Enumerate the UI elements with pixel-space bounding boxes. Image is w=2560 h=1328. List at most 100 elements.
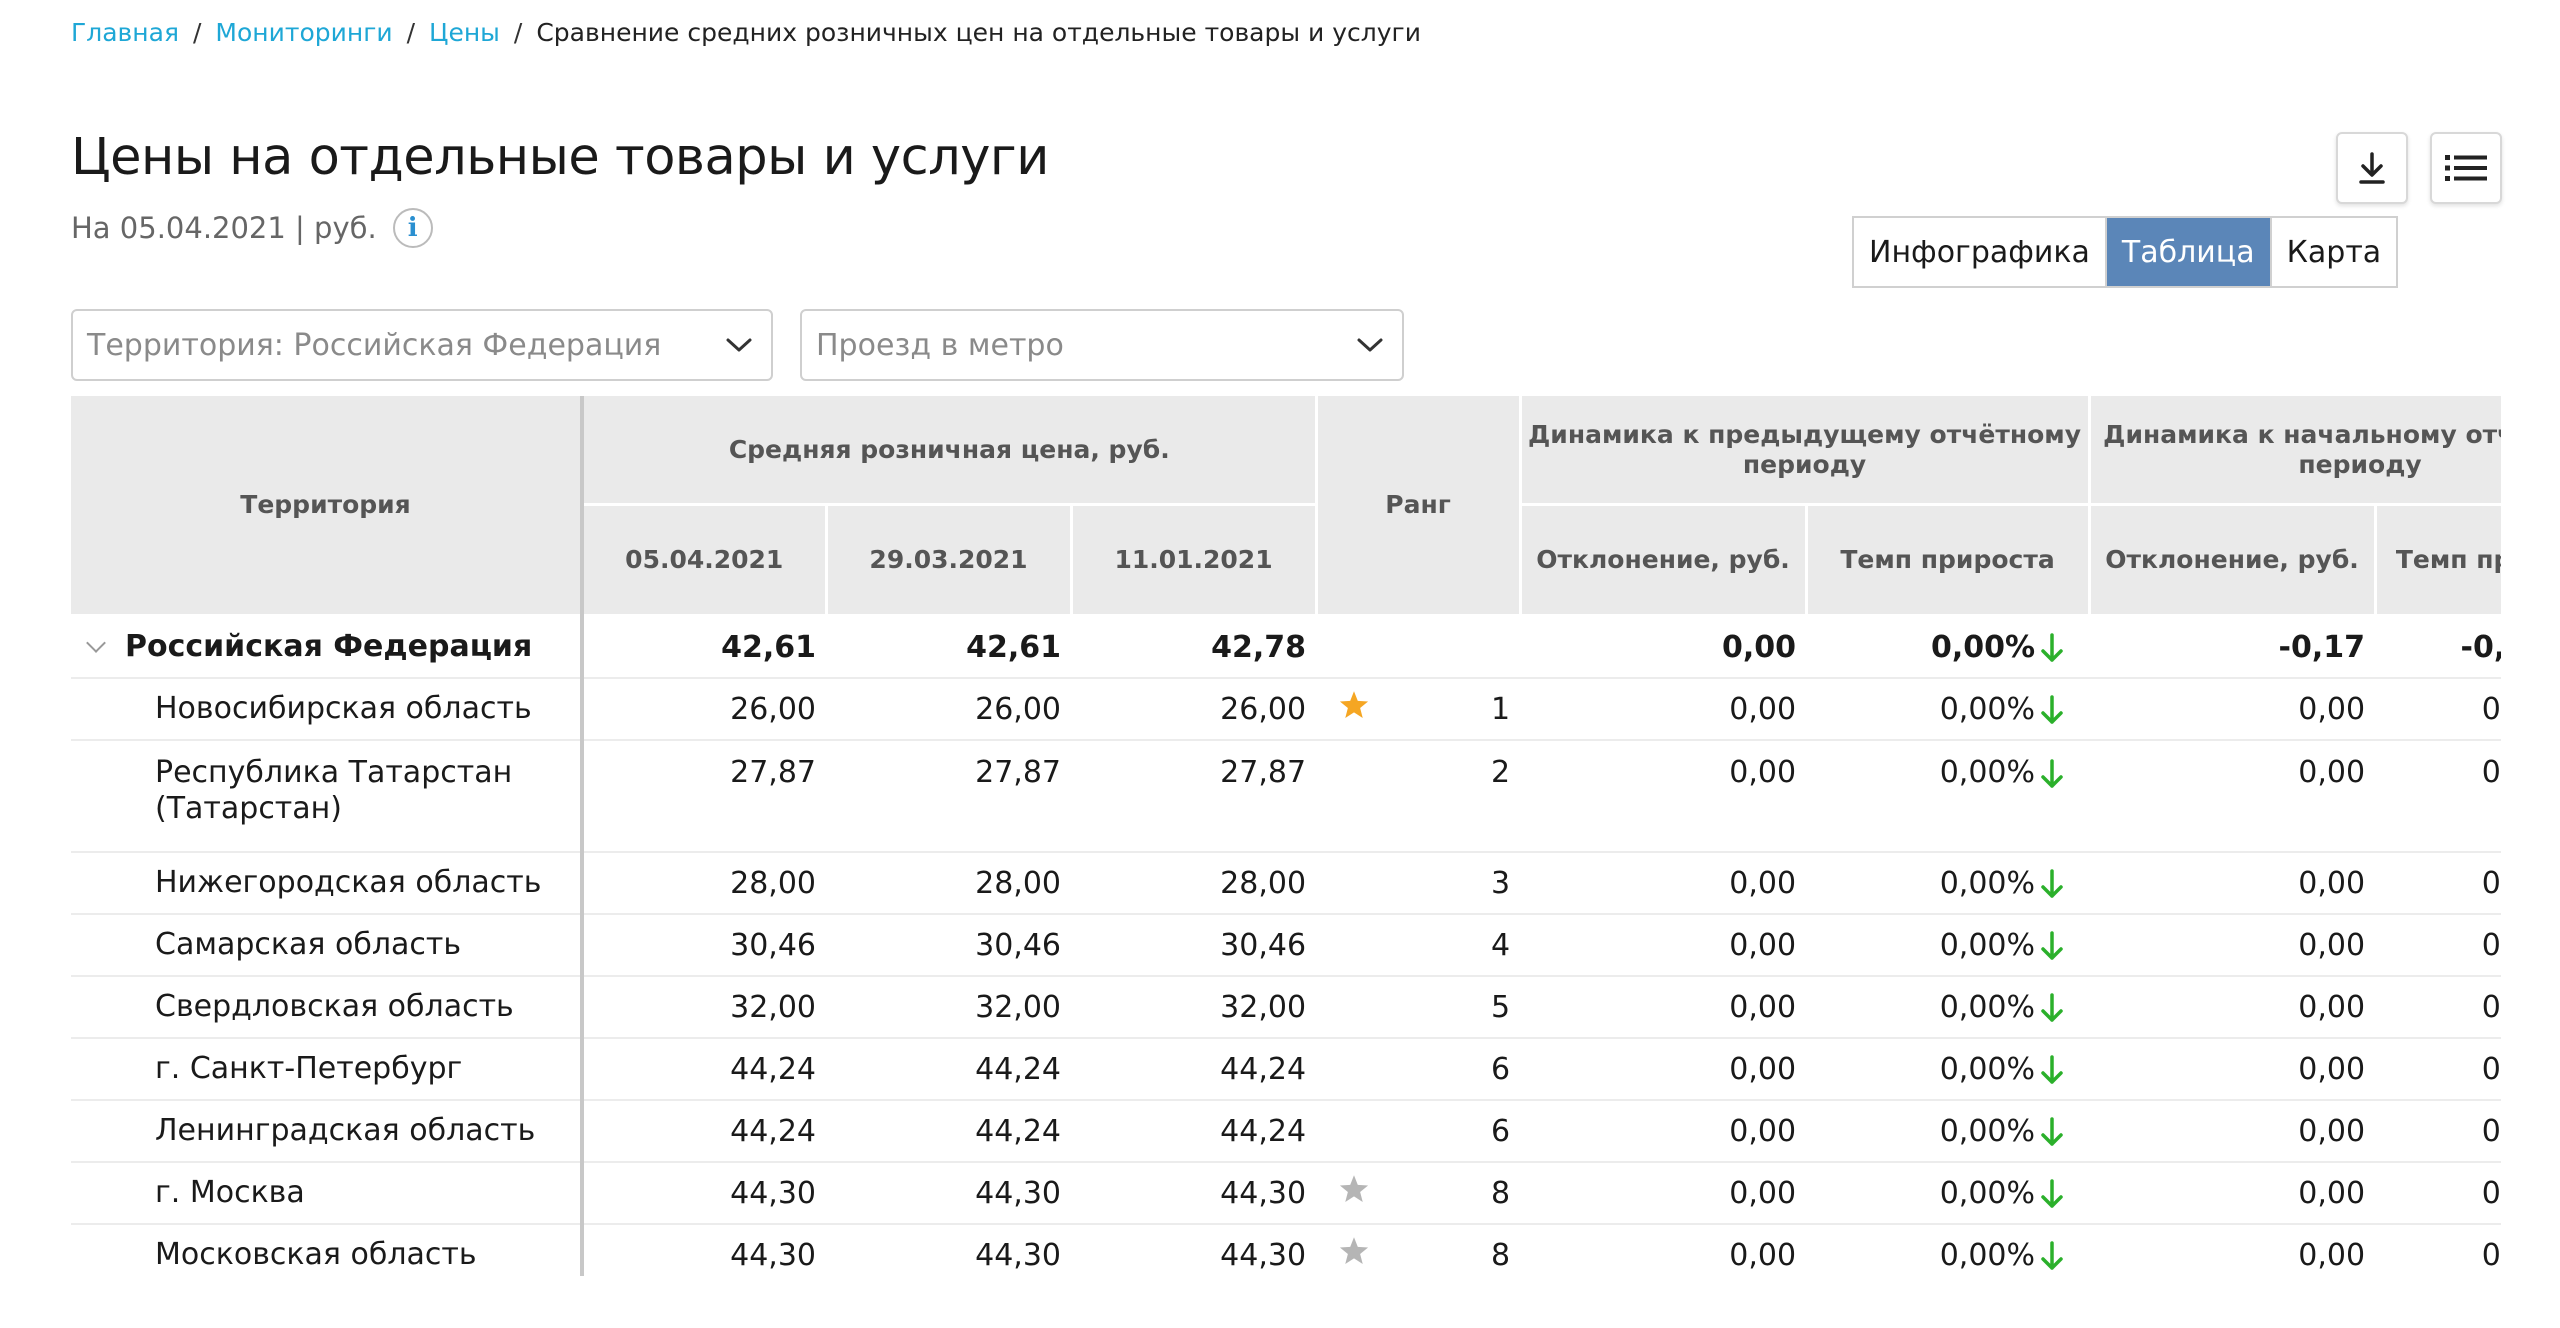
tempo-value: 0,00% (1930, 629, 2036, 665)
tempo-start-cell: 0,00% (2375, 740, 2501, 853)
price-cell: 44,24 (582, 1038, 826, 1101)
info-icon[interactable]: i (392, 208, 433, 248)
price-cell: 44,30 (582, 1224, 826, 1276)
deviation-start-cell: 0,00 (2089, 678, 2376, 741)
rank-cell: 3 (1366, 852, 1521, 915)
deviation-start-cell: 0,00 (2089, 1162, 2376, 1225)
header-territory[interactable]: Территория (71, 396, 584, 617)
breadcrumb-monitorings-link[interactable]: Мониторинги (215, 18, 392, 47)
price-cell: 44,30 (1071, 1224, 1317, 1276)
arrow-down-icon (2041, 1241, 2063, 1270)
deviation-cell: 0,00 (1520, 976, 1807, 1039)
rank-cell: 6 (1366, 1038, 1521, 1101)
deviation-cell: 0,00 (1520, 1100, 1807, 1163)
price-cell: 32,00 (826, 976, 1071, 1039)
territory-name: Нижегородская область (71, 852, 584, 915)
header-deviation-prev[interactable]: Отклонение, руб. (1520, 504, 1808, 617)
price-cell: 27,87 (1071, 740, 1317, 853)
header-date-3[interactable]: 11.01.2021 (1071, 504, 1318, 617)
table-row[interactable]: Новосибирская область 26,00 26,00 26,00 1 0,0… (71, 678, 2501, 741)
table-row[interactable]: Самарская область 30,46 30,46 30,46 4 0,00 0,0… (71, 914, 2501, 977)
table-row-total[interactable]: Российская Федерация 42,61 42,61 42,78 0… (71, 615, 2501, 679)
header-deviation-start[interactable]: Отклонение, руб. (2089, 504, 2377, 617)
tempo-start-value: 0,00% (2481, 1051, 2501, 1087)
tempo-cell: 0,00% (1806, 615, 2090, 679)
tempo-start-value: 0,00% (2481, 927, 2501, 963)
arrow-down-icon (2041, 931, 2063, 960)
breadcrumb-home-link[interactable]: Главная (71, 18, 179, 47)
table-row[interactable]: Ленинградская область 44,24 44,24 44,24 6 0,0… (71, 1100, 2501, 1163)
deviation-start-cell: 0,00 (2089, 852, 2376, 915)
tempo-cell: 0,00% (1806, 1100, 2090, 1163)
deviation-cell: 0,00 (1520, 1038, 1807, 1101)
deviation-start-cell: -0,17 (2089, 615, 2376, 679)
rank-cell: 2 (1366, 740, 1521, 853)
arrow-down-icon (2041, 633, 2063, 662)
deviation-start-cell: 0,00 (2089, 1224, 2376, 1276)
tempo-cell: 0,00% (1806, 678, 2090, 741)
arrow-down-icon (2041, 1179, 2063, 1208)
rank-cell: 1 (1366, 678, 1521, 741)
arrow-down-icon (2041, 758, 2063, 788)
table-row[interactable]: Московская область 44,30 44,30 44,30 8 0,00 0,… (71, 1224, 2501, 1276)
price-cell: 44,24 (826, 1038, 1071, 1101)
price-cell: 44,30 (826, 1224, 1071, 1276)
territory-select-value: Территория: Российская Федерация (87, 327, 662, 363)
star-cell (1316, 740, 1367, 853)
chevron-down-icon (1357, 338, 1383, 352)
price-cell: 26,00 (1071, 678, 1317, 741)
rank-cell: 8 (1366, 1224, 1521, 1276)
star-cell (1316, 678, 1369, 741)
arrow-down-icon (2041, 1117, 2063, 1146)
download-icon (2359, 152, 2385, 184)
arrow-down-icon (2041, 993, 2063, 1022)
deviation-cell: 0,00 (1520, 1224, 1807, 1276)
header-date-2[interactable]: 29.03.2021 (826, 504, 1073, 617)
breadcrumb-prices-link[interactable]: Цены (429, 18, 500, 47)
price-cell: 30,46 (1071, 914, 1317, 977)
collapse-caret-icon[interactable] (86, 633, 106, 653)
tempo-start-value: 0,00% (2481, 865, 2501, 901)
download-button[interactable] (2336, 132, 2408, 204)
price-cell: 32,00 (582, 976, 826, 1039)
star-cell (1316, 1224, 1369, 1276)
header-date-1[interactable]: 05.04.2021 (582, 504, 828, 617)
territory-select[interactable]: Территория: Российская Федерация (71, 309, 773, 381)
price-cell: 42,78 (1071, 615, 1317, 679)
table-row[interactable]: г. Москва44,3044,3044,3080,000,00%0,000,… (71, 1162, 2501, 1225)
arrow-down-icon (2041, 1055, 2063, 1084)
table-row[interactable]: Свердловская область 32,00 32,00 32,00 5 0,00… (71, 976, 2501, 1039)
tempo-start-value: 0,00% (2481, 1175, 2501, 1211)
deviation-cell: 0,00 (1520, 740, 1807, 853)
arrow-down-icon (2041, 869, 2063, 898)
tempo-cell: 0,00% (1806, 1224, 2090, 1276)
price-cell: 26,00 (582, 678, 826, 741)
tab-table[interactable]: Таблица (2106, 218, 2272, 286)
list-menu-button[interactable] (2430, 132, 2502, 204)
table-row[interactable]: Нижегородская область 28,00 28,00 28,00 3 0,0… (71, 852, 2501, 915)
star-cell (1316, 852, 1367, 915)
tab-map[interactable]: Карта (2272, 218, 2397, 286)
price-cell: 28,00 (826, 852, 1071, 915)
tempo-start-value: -0,40% (2460, 629, 2501, 665)
price-cell: 26,00 (826, 678, 1071, 741)
tempo-start-value: 0,00% (2481, 691, 2501, 727)
rank-cell: 5 (1366, 976, 1521, 1039)
territory-name: г. Санкт-Петербург (71, 1038, 584, 1101)
header-tempo-start[interactable]: Темп прироста (2375, 504, 2501, 617)
prices-table-container[interactable]: Территория Средняя розничная цена, руб. … (71, 396, 2501, 1276)
product-select[interactable]: Проезд в метро (800, 309, 1404, 381)
territory-name: Новосибирская область (71, 678, 584, 741)
star-cell (1316, 976, 1367, 1039)
table-row[interactable]: г. Санкт-Петербург 44,24 44,24 44,24 6 0,00 0,… (71, 1038, 2501, 1101)
rank-cell: 4 (1366, 914, 1521, 977)
deviation-cell: 0,00 (1520, 678, 1807, 741)
tab-infographic[interactable]: Инфографика (1854, 218, 2107, 286)
price-cell: 32,00 (1071, 976, 1317, 1039)
price-cell: 44,30 (826, 1162, 1071, 1225)
price-cell: 44,24 (1071, 1038, 1317, 1101)
star-gray-icon (1339, 1237, 1369, 1265)
table-row[interactable]: Республика Татарстан (Татарстан) 27,87 27,… (71, 740, 2501, 853)
header-rank[interactable]: Ранг (1316, 396, 1522, 617)
header-tempo-prev[interactable]: Темп прироста (1806, 504, 2091, 617)
